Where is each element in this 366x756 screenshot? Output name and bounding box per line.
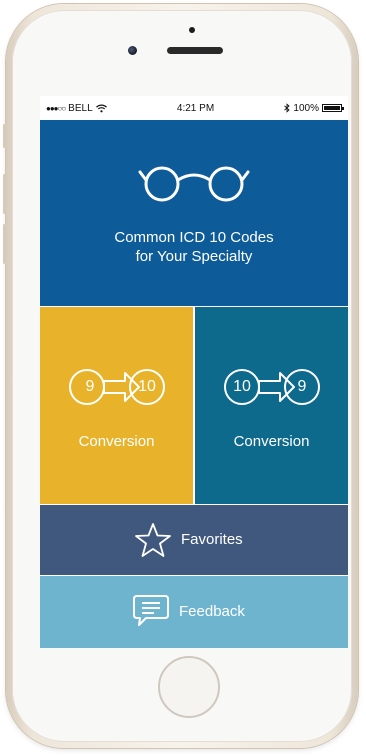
common-codes-line1: Common ICD 10 Codes xyxy=(114,229,274,246)
conversion-label: Conversion xyxy=(78,433,155,450)
feedback-label: Feedback xyxy=(179,603,245,620)
glasses-icon xyxy=(138,166,250,202)
bluetooth-icon xyxy=(284,103,291,113)
sensor-dot xyxy=(189,27,195,33)
mute-switch xyxy=(3,124,6,148)
conversion-label: Conversion xyxy=(233,433,310,450)
feedback-tile[interactable]: Feedback xyxy=(40,576,348,648)
battery-percent: 100% xyxy=(293,102,319,114)
app-screen: ●●●○○ BELL 4:21 PM 100% Common ICD 10 Co… xyxy=(40,96,348,648)
front-camera xyxy=(128,46,137,55)
favorites-label: Favorites xyxy=(181,531,243,548)
status-bar: ●●●○○ BELL 4:21 PM 100% xyxy=(40,96,348,120)
favorites-tile[interactable]: Favorites xyxy=(40,505,348,575)
to-code-10: 10 xyxy=(138,378,156,395)
volume-up-button xyxy=(3,174,6,214)
carrier-name: BELL xyxy=(68,102,93,114)
star-icon xyxy=(135,523,171,557)
earpiece-speaker xyxy=(167,47,223,54)
icd10-to-icd9-tile[interactable]: 10 9 Conversion xyxy=(195,307,348,504)
common-codes-title: Common ICD 10 Codes for Your Specialty xyxy=(40,228,348,266)
phone-frame: ●●●○○ BELL 4:21 PM 100% Common ICD 10 Co… xyxy=(3,4,358,748)
common-codes-line2: for Your Specialty xyxy=(135,248,253,265)
from-code-9: 9 xyxy=(85,378,95,395)
wifi-icon xyxy=(95,104,107,112)
home-button[interactable] xyxy=(158,656,220,718)
to-code-9: 9 xyxy=(297,378,307,395)
common-codes-tile[interactable]: Common ICD 10 Codes for Your Specialty xyxy=(40,120,348,306)
chat-bubble-icon xyxy=(133,595,169,626)
status-time: 4:21 PM xyxy=(176,102,215,114)
signal-strength: ●●●○○ xyxy=(46,103,66,113)
from-code-10: 10 xyxy=(233,378,251,395)
battery-icon xyxy=(322,104,344,112)
icd9-to-icd10-tile[interactable]: 9 10 Conversion xyxy=(40,307,193,504)
volume-down-button xyxy=(3,224,6,264)
